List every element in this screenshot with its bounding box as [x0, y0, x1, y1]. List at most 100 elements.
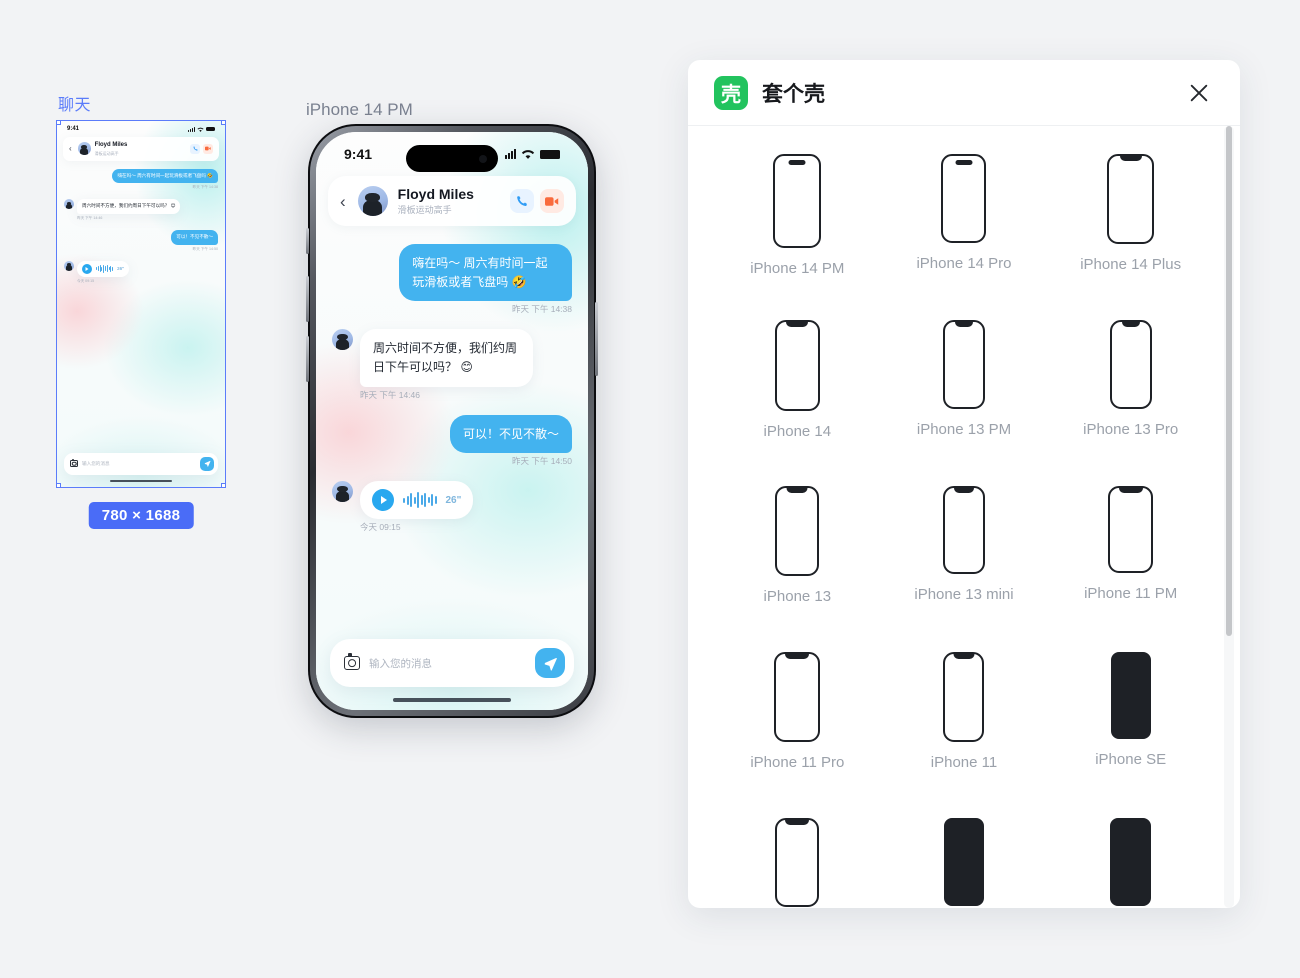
device-option-iphone-8[interactable]: iPhone 8	[881, 812, 1048, 908]
avatar	[77, 142, 91, 156]
message-timestamp: 昨天 下午 14:50	[512, 456, 572, 467]
close-icon[interactable]	[1184, 78, 1214, 108]
artboard-frame[interactable]: 9:41 ‹ Floyd Miles 滑板运动高手 嗨在吗～ 周六有时间一起玩滑…	[56, 120, 226, 488]
chevron-left-icon[interactable]: ‹	[69, 144, 72, 153]
header-actions	[510, 189, 564, 214]
avatar	[64, 260, 74, 271]
device-option-iphone-13-pm[interactable]: iPhone 13 PM	[881, 314, 1048, 480]
message-input-placeholder[interactable]: 输入您的消息	[82, 461, 196, 467]
device-option-iphone-13-pro[interactable]: iPhone 13 Pro	[1047, 314, 1214, 480]
avatar	[357, 186, 388, 217]
device-label: iPhone 14 Pro	[916, 255, 1012, 272]
device-label: iPhone 11 Pro	[750, 754, 845, 771]
phone-outline-icon	[773, 154, 822, 248]
mute-switch-button[interactable]	[306, 228, 309, 254]
message-bubble: 可以！不见不散～	[449, 414, 572, 454]
device-label: iPhone 11	[930, 754, 998, 771]
dynamic-island	[406, 145, 498, 172]
phone-icon[interactable]	[510, 189, 534, 214]
power-button[interactable]	[595, 302, 598, 376]
mini-message-list: 嗨在吗～ 周六有时间一起玩滑板或者飞盘吗 🤣 昨天 下午 14:38 周六时间不…	[57, 161, 225, 453]
video-camera-icon[interactable]	[203, 143, 213, 154]
device-option-iphone-11-pro[interactable]: iPhone 11 Pro	[714, 646, 881, 812]
message-row: 周六时间不方便，我们约周日下午可以吗？ 😊	[64, 199, 218, 214]
message-timestamp: 昨天 下午 14:50	[192, 246, 218, 251]
resize-handle-bottom-left[interactable]	[57, 483, 61, 487]
play-icon[interactable]	[372, 489, 394, 512]
device-option-iphone-14[interactable]: iPhone 14	[714, 314, 881, 480]
panel-title: 套个壳	[762, 82, 825, 106]
peer-subtitle: 滑板运动高手	[94, 150, 119, 156]
chat-app: 9:41 ‹ Floyd Miles 滑板运动高手 嗨在吗～ 周六有时间一起玩滑…	[316, 132, 588, 710]
home-indicator	[393, 698, 511, 702]
panel-scrollbar-track[interactable]	[1224, 126, 1234, 908]
resize-handle-top-right[interactable]	[221, 121, 225, 125]
mini-chat-header: ‹ Floyd Miles 滑板运动高手	[63, 137, 219, 161]
dimensions-badge: 780 × 1688	[88, 502, 194, 529]
device-label: iPhone 13	[763, 588, 832, 605]
device-label: iPhone 13 PM	[916, 421, 1012, 438]
peer-info: Floyd Miles 滑板运动高手	[398, 186, 500, 216]
device-preview-label: iPhone 14 PM	[306, 100, 413, 119]
panel-scrollbar-thumb[interactable]	[1226, 126, 1232, 636]
resize-handle-bottom-right[interactable]	[221, 483, 225, 487]
phone-outline-icon	[1108, 486, 1154, 573]
waveform-icon	[96, 264, 114, 273]
phone-outline-icon	[1109, 320, 1152, 409]
wifi-icon	[197, 127, 204, 132]
message-input[interactable]: 输入您的消息	[369, 656, 526, 671]
app-logo-icon: 壳	[714, 75, 748, 110]
mini-composer[interactable]: 输入您的消息	[64, 452, 218, 475]
device-label: iPhone 13 Pro	[1083, 421, 1179, 438]
send-button[interactable]	[535, 648, 565, 678]
device-option-android[interactable]: Android	[1047, 812, 1214, 908]
artboard-name-label[interactable]: 聊天	[58, 98, 91, 114]
camera-icon[interactable]	[70, 459, 78, 467]
peer-name: Floyd Miles	[397, 186, 474, 202]
message-bubble: 嗨在吗～ 周六有时间一起玩滑板或者飞盘吗 🤣	[399, 244, 572, 302]
phone-icon[interactable]	[190, 143, 200, 154]
volume-up-button[interactable]	[306, 276, 309, 322]
voice-message-bubble[interactable]: 26"	[77, 260, 130, 277]
phone-outline-icon	[774, 652, 821, 742]
device-mockup: 9:41 ‹ Floyd Miles 滑板运动高手 嗨在吗～ 周六有时间一起玩滑…	[306, 124, 598, 718]
play-icon[interactable]	[82, 263, 92, 274]
device-option-iphone-11-pm[interactable]: iPhone 11 PM	[1047, 480, 1214, 646]
phone-outline-icon	[1110, 818, 1152, 906]
device-option-iphone-11[interactable]: iPhone 11	[881, 646, 1048, 812]
message-bubble: 嗨在吗～ 周六有时间一起玩滑板或者飞盘吗 🤣	[112, 168, 218, 184]
avatar	[332, 481, 353, 503]
voice-duration: 26"	[117, 266, 125, 272]
home-indicator	[110, 479, 172, 482]
volume-down-button[interactable]	[306, 336, 309, 382]
chat-header: ‹ Floyd Miles 滑板运动高手	[328, 176, 576, 227]
waveform-icon	[403, 492, 437, 509]
artboard-chat-preview: 9:41 ‹ Floyd Miles 滑板运动高手 嗨在吗～ 周六有时间一起玩滑…	[57, 121, 225, 487]
device-option-iphone-14-pro[interactable]: iPhone 14 Pro	[881, 148, 1048, 314]
resize-handle-top-left[interactable]	[57, 121, 61, 125]
device-option-iphone-14-plus[interactable]: iPhone 14 Plus	[1047, 148, 1214, 314]
device-label: iPhone 14	[763, 423, 832, 440]
device-option-iphone-14-pm[interactable]: iPhone 14 PM	[714, 148, 881, 314]
device-option-iphone-13[interactable]: iPhone 13	[714, 480, 881, 646]
message-bubble: 周六时间不方便，我们约周日下午可以吗？ 😊	[360, 329, 533, 387]
phone-outline-icon	[942, 486, 985, 574]
voice-message-bubble[interactable]: 26"	[360, 481, 474, 520]
device-label: iPhone 13 mini	[914, 586, 1014, 603]
voice-duration: 26"	[445, 494, 462, 506]
panel-scroll-area[interactable]: iPhone 14 PM iPhone 14 Pro iPhone 14 Plu…	[688, 126, 1240, 908]
device-option-iphone-x[interactable]: iPhone X	[714, 812, 881, 908]
peer-info: Floyd Miles 滑板运动高手	[95, 142, 186, 156]
device-option-iphone-13-mini[interactable]: iPhone 13 mini	[881, 480, 1048, 646]
message-row: 可以！不见不散～	[332, 414, 572, 454]
device-option-iphone-se[interactable]: iPhone SE	[1047, 646, 1214, 812]
video-camera-icon[interactable]	[540, 189, 564, 214]
message-composer[interactable]: 输入您的消息	[330, 639, 574, 687]
selected-artboard[interactable]: 聊天 9:41 ‹ Floyd Miles 滑板运动高手 嗨在吗～ 周六有时间一…	[56, 98, 226, 529]
send-button[interactable]	[200, 456, 214, 471]
chevron-left-icon[interactable]: ‹	[340, 193, 346, 210]
mini-header-actions	[190, 143, 213, 154]
message-timestamp: 昨天 下午 14:46	[77, 216, 103, 220]
device-label: iPhone 14 PM	[750, 260, 845, 277]
camera-icon[interactable]	[344, 653, 360, 670]
